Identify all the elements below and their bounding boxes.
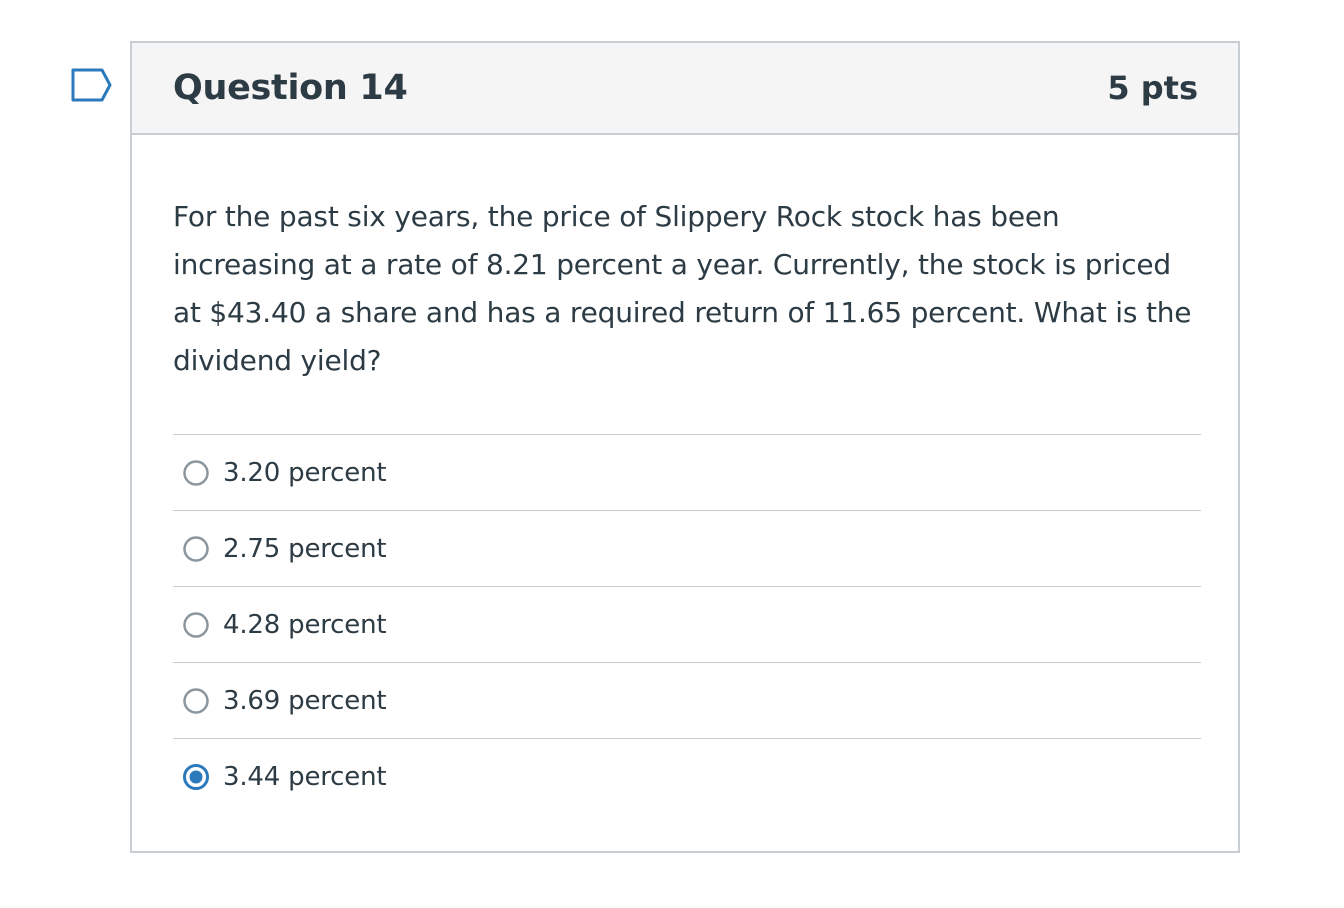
radio-unselected-icon[interactable]: [182, 459, 210, 487]
question-text: For the past six years, the price of Sli…: [173, 200, 1192, 377]
answer-option-selected[interactable]: 3.44 percent: [173, 738, 1201, 814]
radio-unselected-icon[interactable]: [182, 611, 210, 639]
answer-label: 3.20 percent: [223, 457, 387, 488]
answer-label: 3.69 percent: [223, 685, 387, 716]
question-card: Question 14 5 pts For the past six years…: [130, 41, 1240, 853]
answer-label: 2.75 percent: [223, 533, 387, 564]
answer-option[interactable]: 4.28 percent: [173, 586, 1201, 662]
answer-option[interactable]: 3.20 percent: [173, 434, 1201, 510]
answer-list: 3.20 percent 2.75 percent 4.28 percent 3…: [173, 434, 1201, 814]
answer-option[interactable]: 3.69 percent: [173, 662, 1201, 738]
radio-unselected-icon[interactable]: [182, 535, 210, 563]
question-points: 5 pts: [1107, 69, 1198, 107]
answer-option[interactable]: 2.75 percent: [173, 510, 1201, 586]
question-title: Question 14: [173, 68, 408, 108]
radio-selected-icon[interactable]: [182, 763, 210, 791]
question-header: Question 14 5 pts: [132, 43, 1238, 135]
answer-label: 3.44 percent: [223, 761, 387, 792]
answer-label: 4.28 percent: [223, 609, 387, 640]
flag-question-icon[interactable]: [70, 67, 114, 103]
radio-unselected-icon[interactable]: [182, 687, 210, 715]
